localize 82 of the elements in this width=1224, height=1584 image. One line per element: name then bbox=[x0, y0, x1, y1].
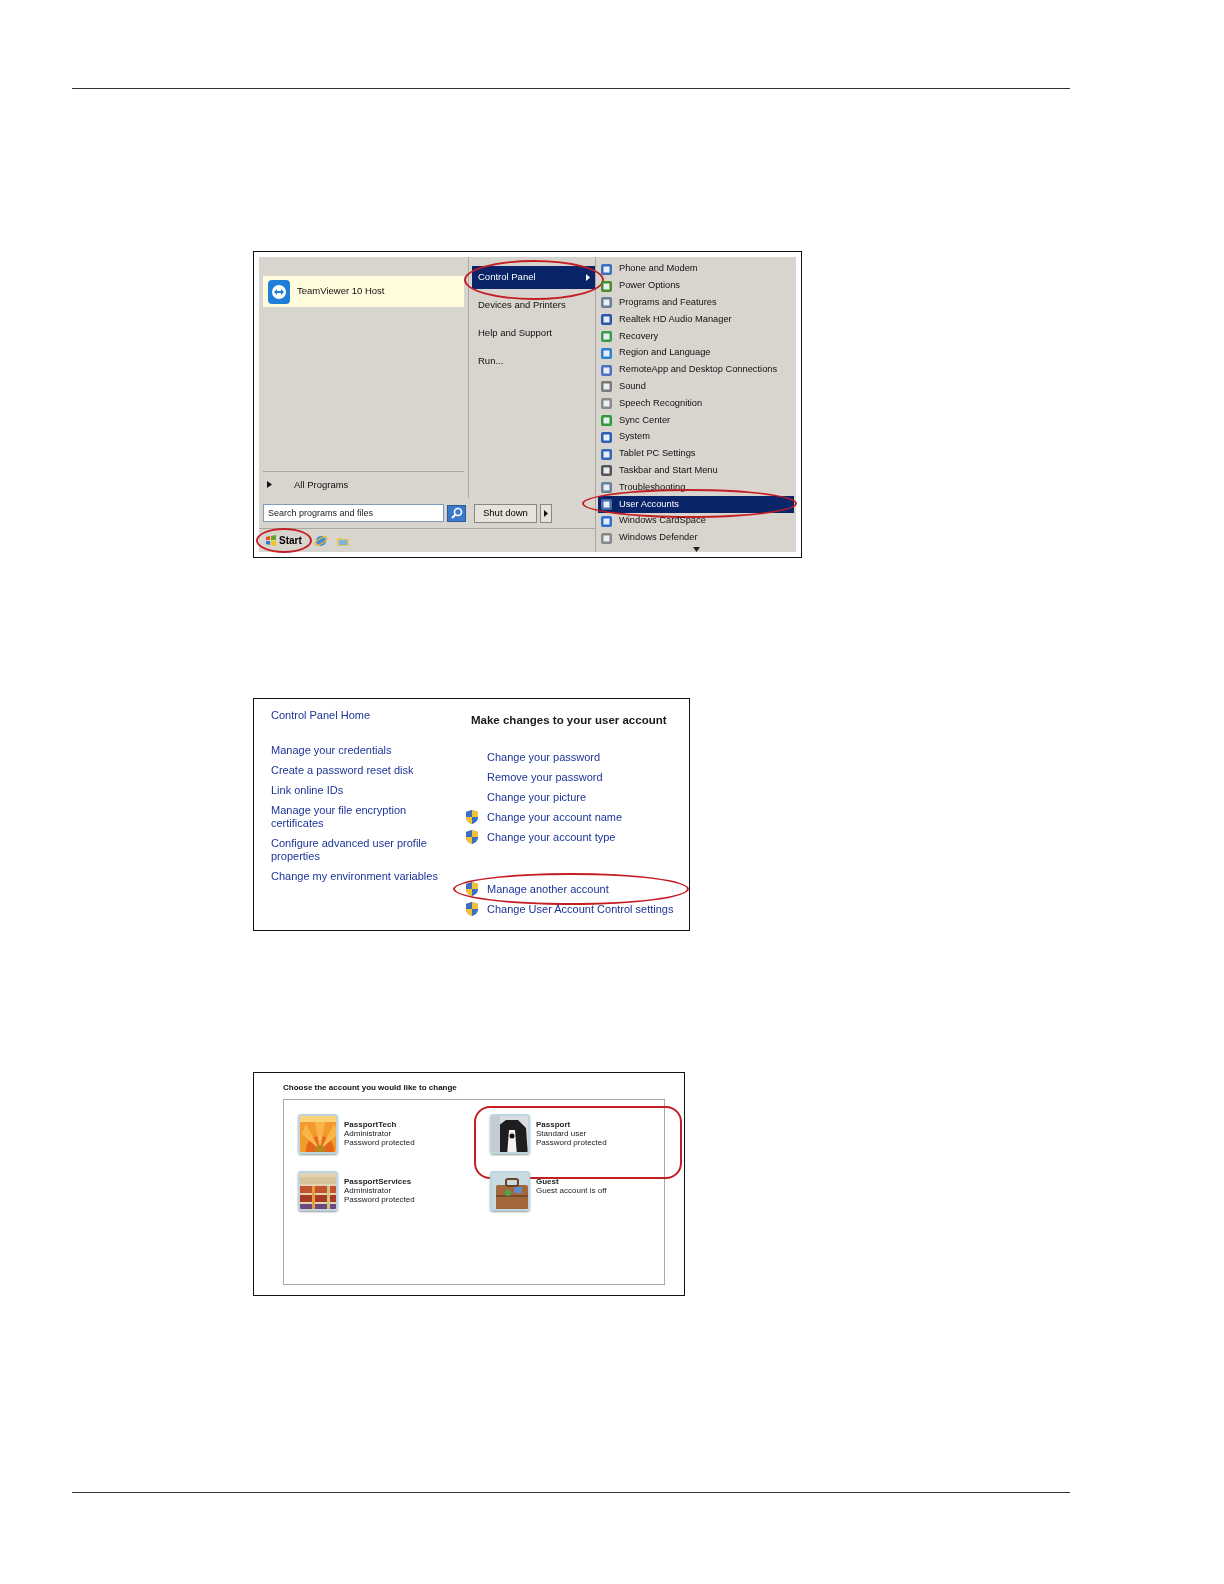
arrow-icon bbox=[267, 481, 272, 489]
teamviewer-icon bbox=[267, 278, 291, 305]
app-icon bbox=[600, 514, 613, 528]
app-icon bbox=[600, 296, 613, 310]
account-item[interactable]: Guest Guest account is off bbox=[490, 1171, 680, 1228]
options-button[interactable] bbox=[539, 503, 552, 523]
menu-item[interactable]: RemoteApp and Desktop Connections bbox=[598, 361, 794, 379]
link[interactable]: Manage your credentials bbox=[271, 743, 461, 757]
menu-item[interactable]: Sound bbox=[598, 378, 794, 396]
app-icon bbox=[600, 262, 613, 276]
menu-item[interactable]: Power Options bbox=[598, 277, 794, 295]
search-button[interactable] bbox=[447, 504, 466, 522]
link[interactable]: Link online IDs bbox=[271, 783, 461, 797]
account-name: PassportServices bbox=[344, 1177, 413, 1186]
section-heading: Make changes to your user account bbox=[471, 713, 668, 728]
app-icon bbox=[600, 346, 613, 360]
program-item[interactable]: TeamViewer 10 Host bbox=[263, 276, 464, 307]
link[interactable]: Change User Account Control settings bbox=[465, 899, 679, 920]
account-detail: Password protected bbox=[344, 1138, 415, 1147]
menu-item[interactable]: Recovery bbox=[598, 328, 794, 345]
all-programs-item[interactable]: All Programs bbox=[263, 470, 464, 494]
link[interactable]: Manage another account bbox=[465, 879, 679, 900]
account-item[interactable]: PassportTech Administrator Password protected bbox=[298, 1114, 490, 1171]
menu-item[interactable]: User Accounts bbox=[598, 496, 794, 513]
arrow-icon bbox=[543, 509, 548, 517]
app-icon bbox=[600, 313, 613, 327]
link[interactable]: Manage your file encryption certificates bbox=[271, 803, 461, 830]
app-icon bbox=[600, 498, 613, 512]
link[interactable]: Control Panel Home bbox=[271, 707, 461, 724]
menu-item[interactable]: Taskbar and Start Menu bbox=[598, 462, 794, 480]
app-icon bbox=[600, 363, 613, 377]
menu-item[interactable]: Speech Recognition bbox=[598, 395, 794, 413]
menu-item[interactable]: Realtek HD Audio Manager bbox=[598, 311, 794, 329]
windows-logo-icon bbox=[265, 535, 277, 546]
menu-item[interactable]: Phone and Modem bbox=[598, 261, 794, 278]
menu-item[interactable]: Tablet PC Settings bbox=[598, 445, 794, 463]
account-detail: Standard user bbox=[536, 1129, 588, 1138]
menu-item[interactable]: Help and Support bbox=[472, 322, 595, 345]
link[interactable]: Change your picture bbox=[465, 787, 679, 808]
menu-item[interactable]: Region and Language bbox=[598, 345, 794, 362]
menu-item[interactable]: System bbox=[598, 428, 794, 446]
app-icon bbox=[600, 531, 613, 545]
menu-item[interactable]: Windows Defender bbox=[598, 529, 794, 547]
app-icon bbox=[600, 380, 613, 394]
app-icon bbox=[600, 481, 613, 495]
account-detail: Guest account is off bbox=[536, 1186, 607, 1195]
search-field[interactable]: Search programs and files bbox=[263, 504, 444, 522]
shut-down-button[interactable]: Shut down bbox=[474, 503, 537, 523]
link[interactable]: Change your password bbox=[465, 747, 679, 768]
menu-item[interactable]: Control Panel bbox=[472, 266, 595, 289]
section-heading: Choose the account you would like to change bbox=[283, 1082, 458, 1094]
menu-item[interactable]: Run... bbox=[472, 350, 595, 373]
link[interactable]: Change my environment variables bbox=[271, 869, 461, 883]
app-icon bbox=[600, 447, 613, 461]
scroll-down-icon bbox=[692, 546, 700, 552]
account-detail: Password protected bbox=[344, 1195, 415, 1204]
menu-item[interactable]: Sync Center bbox=[598, 412, 794, 429]
link[interactable]: Create a password reset disk bbox=[271, 763, 461, 777]
account-detail: Administrator bbox=[344, 1129, 393, 1138]
account-detail: Password protected bbox=[536, 1138, 607, 1147]
link[interactable]: Change your account name bbox=[465, 807, 679, 828]
app-icon bbox=[600, 279, 613, 293]
menu-item[interactable]: Devices and Printers bbox=[472, 294, 595, 317]
search-icon bbox=[450, 507, 463, 519]
menu-item[interactable]: Programs and Features bbox=[598, 294, 794, 312]
link[interactable]: Remove your password bbox=[465, 767, 679, 788]
account-item[interactable]: PassportServices Administrator Password protected bbox=[298, 1171, 490, 1228]
account-name: PassportTech bbox=[344, 1120, 398, 1129]
account-detail: Administrator bbox=[344, 1186, 393, 1195]
app-icon bbox=[600, 464, 613, 478]
app-icon bbox=[600, 397, 613, 411]
app-icon bbox=[600, 414, 613, 428]
account-item[interactable]: Passport Standard user Password protected bbox=[490, 1114, 680, 1154]
menu-item[interactable]: Windows CardSpace bbox=[598, 512, 794, 530]
link[interactable]: Configure advanced user profile properties bbox=[271, 836, 461, 863]
link[interactable]: Change your account type bbox=[465, 827, 679, 848]
arrow-icon bbox=[586, 274, 590, 281]
app-icon bbox=[600, 430, 613, 444]
app-icon bbox=[600, 330, 613, 344]
account-name: Guest bbox=[536, 1177, 560, 1186]
menu-item[interactable]: Troubleshooting bbox=[598, 479, 794, 497]
account-name: Passport bbox=[536, 1120, 572, 1129]
